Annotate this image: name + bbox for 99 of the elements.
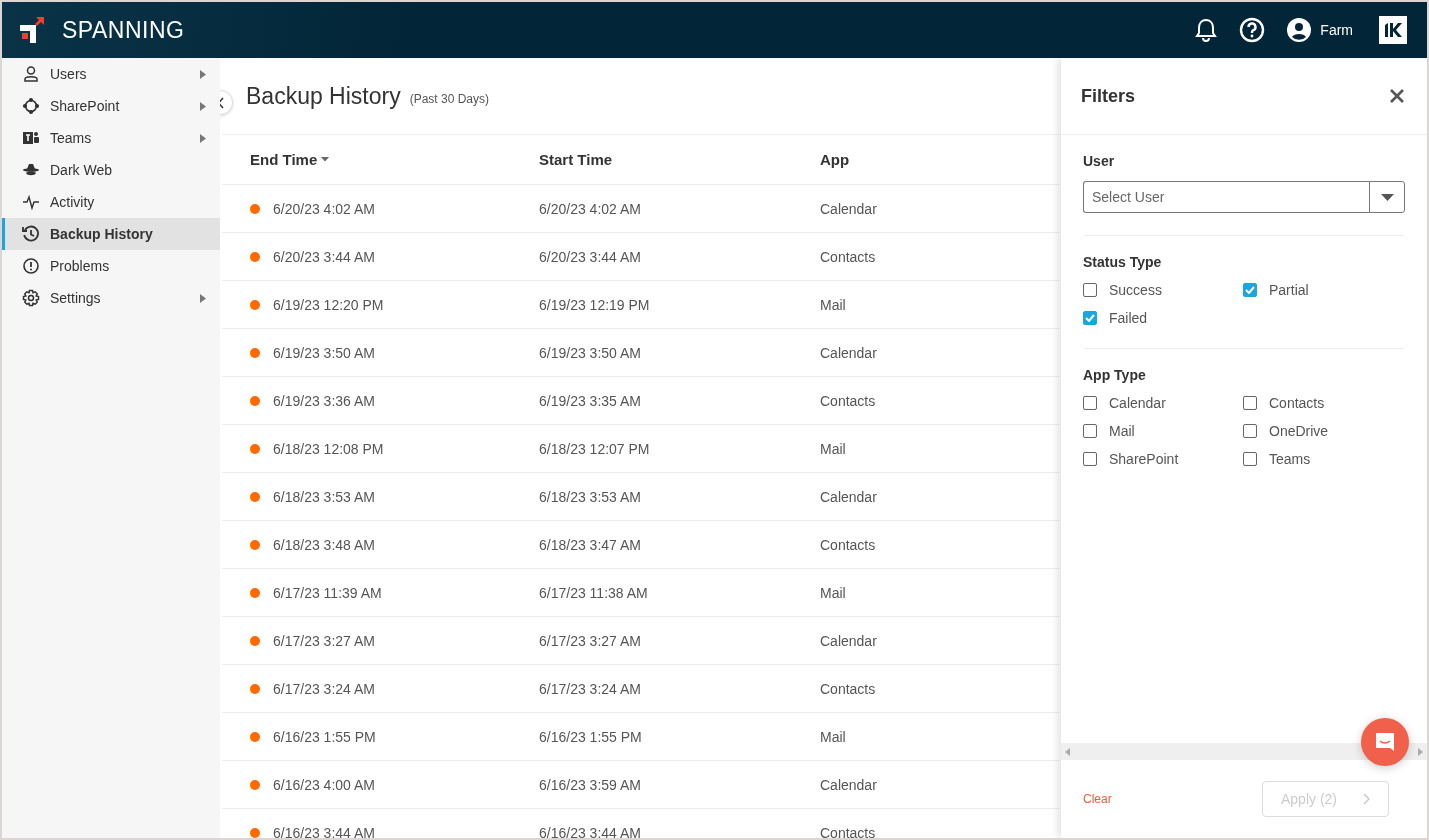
- table-cell: Mail: [820, 584, 846, 601]
- table-cell: 6/20/23 4:02 AM: [539, 200, 641, 217]
- table-cell: 6/17/23 3:24 AM: [273, 680, 375, 697]
- panel-title: Filters: [1081, 85, 1136, 107]
- table-cell: 6/18/23 3:47 AM: [539, 536, 641, 553]
- checkbox[interactable]: [1083, 396, 1097, 410]
- checkbox[interactable]: [1083, 311, 1097, 325]
- dropdown-caret-icon: [1380, 193, 1394, 201]
- table-cell: 6/19/23 12:19 PM: [539, 296, 650, 313]
- help-icon[interactable]: [1239, 17, 1266, 43]
- table-cell: 6/19/23 12:20 PM: [273, 296, 384, 313]
- dropdown-button[interactable]: [1369, 181, 1405, 213]
- checkbox[interactable]: [1083, 283, 1097, 297]
- checkbox-label[interactable]: Success: [1109, 282, 1162, 298]
- table-cell: 6/17/23 11:38 AM: [539, 584, 648, 601]
- table-cell: 6/19/23 3:35 AM: [539, 392, 641, 409]
- chevron-right-icon: [1363, 793, 1370, 805]
- sidebar-item[interactable]: Teams: [2, 122, 220, 154]
- table-cell: Contacts: [820, 824, 876, 838]
- checkbox-label[interactable]: Contacts: [1269, 395, 1325, 411]
- table-cell: 6/20/23 3:44 AM: [539, 248, 641, 265]
- brand-badge-icon[interactable]: [1379, 16, 1407, 44]
- chat-button[interactable]: [1361, 718, 1409, 766]
- table-cell: 6/20/23 3:44 AM: [273, 248, 375, 265]
- checkbox[interactable]: [1083, 452, 1097, 466]
- table-cell: Calendar: [820, 632, 877, 649]
- checkbox-label[interactable]: OneDrive: [1269, 423, 1329, 439]
- sidebar-item[interactable]: SharePoint: [2, 90, 220, 122]
- table-cell: 6/16/23 1:55 PM: [273, 728, 376, 745]
- table-cell: Calendar: [820, 344, 877, 361]
- table-cell: Mail: [820, 728, 846, 745]
- checkbox[interactable]: [1243, 424, 1257, 438]
- sort-caret-icon: [321, 157, 330, 162]
- checkbox-label[interactable]: Mail: [1109, 423, 1135, 439]
- table-cell: 6/17/23 3:24 AM: [539, 680, 641, 697]
- section-label: Status Type: [1083, 254, 1163, 270]
- page-subtitle: (Past 30 Days): [409, 92, 490, 106]
- close-icon: [1389, 88, 1405, 104]
- table-cell: 6/16/23 3:44 AM: [273, 824, 375, 838]
- table-cell: 6/18/23 3:48 AM: [273, 536, 375, 553]
- alert-icon: [22, 257, 40, 275]
- table-cell: Contacts: [820, 536, 876, 553]
- checkbox-label[interactable]: Partial: [1269, 282, 1309, 298]
- table-cell: 6/20/23 4:02 AM: [273, 200, 375, 217]
- sidebar-item[interactable]: Activity: [2, 186, 220, 218]
- table-cell: 6/16/23 1:55 PM: [539, 728, 642, 745]
- column-header[interactable]: End Time: [250, 151, 330, 168]
- table-cell: 6/16/23 3:44 AM: [539, 824, 641, 838]
- settings-icon: [22, 289, 40, 307]
- sidebar-item[interactable]: Users: [2, 58, 220, 90]
- column-header[interactable]: App: [820, 151, 850, 168]
- avatar-icon[interactable]: [1287, 18, 1312, 42]
- checkbox[interactable]: [1243, 452, 1257, 466]
- sharepoint-icon: [22, 97, 40, 115]
- table-cell: 6/16/23 3:59 AM: [539, 776, 641, 793]
- page-title: Backup History: [246, 82, 401, 110]
- table-cell: Mail: [820, 296, 846, 313]
- table-cell: Calendar: [820, 776, 877, 793]
- table-cell: 6/18/23 3:53 AM: [273, 488, 375, 505]
- teams-icon: [22, 129, 40, 147]
- table-cell: 6/18/23 3:53 AM: [539, 488, 641, 505]
- pulse-icon: [22, 193, 40, 211]
- chat-bubble-icon: [1374, 731, 1396, 753]
- field-label: User: [1083, 153, 1116, 169]
- table-cell: Mail: [820, 440, 846, 457]
- table-cell: Contacts: [820, 248, 876, 265]
- checkbox-label[interactable]: Teams: [1269, 451, 1311, 467]
- table-cell: 6/19/23 3:50 AM: [273, 344, 375, 361]
- logo-icon: [18, 15, 46, 45]
- section-label: App Type: [1083, 367, 1147, 383]
- sidebar-item[interactable]: Settings: [2, 282, 220, 314]
- table-cell: 6/18/23 12:08 PM: [273, 440, 384, 457]
- table-cell: 6/19/23 3:36 AM: [273, 392, 375, 409]
- table-cell: Calendar: [820, 200, 877, 217]
- table-cell: 6/18/23 12:07 PM: [539, 440, 650, 457]
- table-cell: Calendar: [820, 488, 877, 505]
- table-cell: 6/17/23 3:27 AM: [273, 632, 375, 649]
- brand-name: SPANNING: [62, 16, 185, 44]
- bell-icon[interactable]: [1195, 18, 1218, 42]
- checkbox-label[interactable]: Failed: [1109, 310, 1148, 326]
- person-icon: [22, 65, 40, 83]
- table-cell: 6/17/23 11:39 AM: [273, 584, 382, 601]
- table-cell: Contacts: [820, 392, 876, 409]
- user-name[interactable]: Farm: [1320, 22, 1353, 38]
- checkbox[interactable]: [1243, 396, 1257, 410]
- sidebar-item[interactable]: Backup History: [2, 218, 220, 250]
- column-header[interactable]: Start Time: [539, 151, 613, 168]
- table-cell: 6/19/23 3:50 AM: [539, 344, 641, 361]
- sidebar-item[interactable]: Dark Web: [2, 154, 220, 186]
- table-cell: 6/16/23 4:00 AM: [273, 776, 375, 793]
- sidebar-item[interactable]: Problems: [2, 250, 220, 282]
- checkbox[interactable]: [1243, 283, 1257, 297]
- table-cell: Contacts: [820, 680, 876, 697]
- checkbox-label[interactable]: SharePoint: [1109, 451, 1179, 467]
- user-select-field[interactable]: Select User: [1083, 181, 1369, 213]
- table-cell: 6/17/23 3:27 AM: [539, 632, 641, 649]
- checkbox[interactable]: [1083, 424, 1097, 438]
- checkbox-label[interactable]: Calendar: [1109, 395, 1166, 411]
- history-icon: [22, 225, 40, 243]
